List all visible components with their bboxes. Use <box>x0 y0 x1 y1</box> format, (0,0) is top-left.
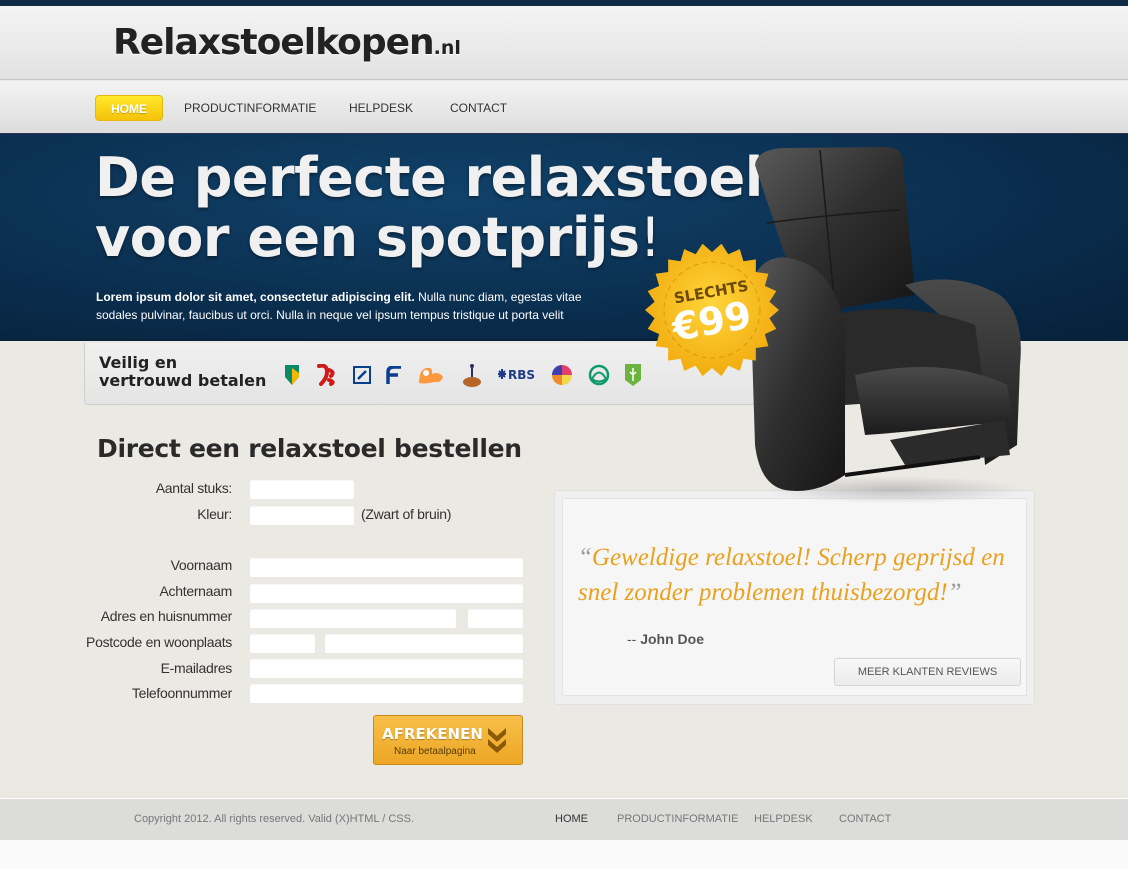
city-input[interactable] <box>325 634 523 653</box>
email-input[interactable] <box>250 659 523 678</box>
headline-line-2: voor een spotprijs <box>95 206 640 269</box>
sns-bank-icon <box>315 363 337 387</box>
more-reviews-button[interactable]: MEER KLANTEN REVIEWS <box>834 658 1021 686</box>
friesland-bank-icon <box>386 363 402 387</box>
open-quote: “ <box>578 544 592 571</box>
ing-icon <box>417 363 445 387</box>
postal-label: Postcode en woonplaats <box>86 634 232 650</box>
abn-amro-icon <box>285 363 299 387</box>
payment-title: Veilig en vertrouwd betalen <box>99 354 266 390</box>
starburst-icon: SLECHTS €99 <box>645 243 779 377</box>
first-name-input[interactable] <box>250 558 523 577</box>
email-label: E-mailadres <box>160 660 233 676</box>
headline-line-1: De perfecte relaxstoel <box>95 146 763 209</box>
order-form-title: Direct een relaxstoel bestellen <box>97 434 522 463</box>
color-label: Kleur: <box>197 506 232 522</box>
rbs-icon: RBS <box>497 363 537 387</box>
site-logo[interactable]: Relaxstoelkopen.nl <box>113 22 461 63</box>
review-quote: “Geweldige relaxstoel! Scherp geprijsd e… <box>578 540 1018 610</box>
checkout-label: AFREKENEN <box>382 725 483 743</box>
regiobank-icon <box>551 363 573 387</box>
first-name-label: Voornaam <box>170 557 233 573</box>
author-name: John Doe <box>640 631 704 647</box>
footer-nav-productinformatie[interactable]: PRODUCTINFORMATIE <box>617 813 738 825</box>
close-quote: ” <box>947 579 962 606</box>
nav-helpdesk[interactable]: HELPDESK <box>349 95 413 121</box>
checkout-sublabel: Naar betaalpagina <box>394 746 476 757</box>
rbs-text: RBS <box>508 368 535 382</box>
phone-label: Telefoonnummer <box>131 685 232 701</box>
footer: Copyright 2012. All rights reserved. Val… <box>0 798 1128 840</box>
price-badge: SLECHTS €99 <box>644 242 780 378</box>
quantity-label: Aantal stuks: <box>155 480 233 496</box>
footer-nav-home[interactable]: HOME <box>555 813 588 825</box>
footer-nav-contact[interactable]: CONTACT <box>839 813 891 825</box>
copyright-text: Copyright 2012. All rights reserved. Val… <box>134 813 414 825</box>
nav-productinformatie[interactable]: PRODUCTINFORMATIE <box>184 95 316 121</box>
main-nav: HOME PRODUCTINFORMATIE HELPDESK CONTACT <box>0 81 1128 133</box>
quantity-input[interactable] <box>250 480 354 499</box>
last-name-label: Achternaam <box>159 583 233 599</box>
product-image-recliner <box>745 145 1035 505</box>
last-name-input[interactable] <box>250 584 523 603</box>
payment-title-line-1: Veilig en <box>99 353 178 372</box>
triodos-icon <box>588 363 610 387</box>
rabobank-icon <box>462 363 482 387</box>
deutsche-bank-icon <box>353 363 371 387</box>
hero-intro: Lorem ipsum dolor sit amet, consectetur … <box>96 288 616 324</box>
postcode-input[interactable] <box>250 634 315 653</box>
checkout-button[interactable]: AFREKENEN Naar betaalpagina <box>373 715 523 765</box>
address-label: Adres en huisnummer <box>100 608 233 624</box>
review-text: Geweldige relaxstoel! Scherp geprijsd en… <box>578 544 1005 606</box>
color-hint: (Zwart of bruin) <box>361 506 452 522</box>
author-dash: -- <box>627 631 641 647</box>
payment-title-line-2: vertrouwd betalen <box>99 371 267 390</box>
nav-contact[interactable]: CONTACT <box>450 95 507 121</box>
header: Relaxstoelkopen.nl <box>0 6 1128 80</box>
logo-text: Relaxstoelkopen <box>113 22 435 63</box>
double-chevron-down-icon <box>486 726 508 759</box>
nav-home[interactable]: HOME <box>95 95 163 121</box>
logo-tld: .nl <box>433 37 461 59</box>
street-input[interactable] <box>250 609 456 628</box>
house-number-input[interactable] <box>468 609 523 628</box>
intro-bold: Lorem ipsum dolor sit amet, consectetur … <box>96 290 415 304</box>
color-input[interactable] <box>250 506 354 525</box>
footer-nav-helpdesk[interactable]: HELPDESK <box>754 813 813 825</box>
phone-input[interactable] <box>250 684 523 703</box>
page-bottom <box>0 840 1128 869</box>
review-author: -- John Doe <box>627 631 704 647</box>
asn-bank-icon <box>625 363 641 387</box>
